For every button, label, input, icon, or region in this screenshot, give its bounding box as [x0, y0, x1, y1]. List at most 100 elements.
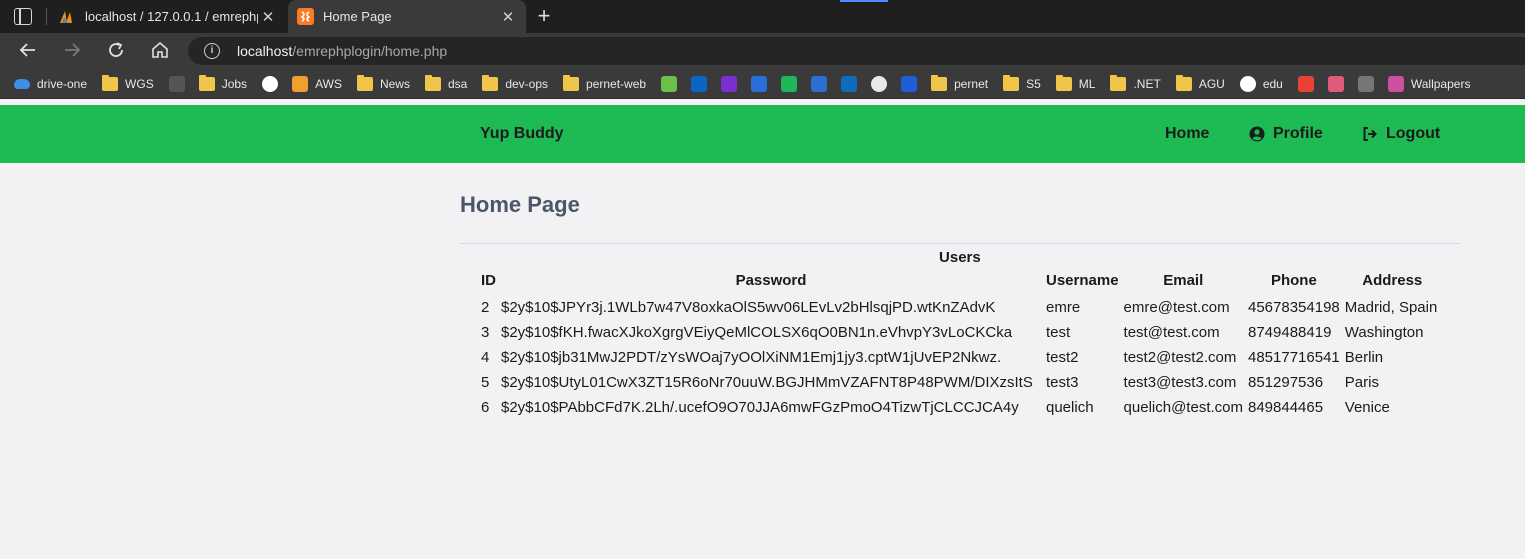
divider	[460, 243, 1460, 244]
nav-home-link[interactable]: Home	[1165, 125, 1209, 143]
cell-username: test2	[1046, 349, 1079, 366]
bookmark-item[interactable]	[841, 75, 858, 92]
cell-phone: 8749488419	[1248, 324, 1332, 341]
bookmark-item[interactable]: drive-one	[14, 77, 87, 91]
bookmarks-bar: drive-one WGS Jobs AWS News dsa dev-ops pernet-…	[0, 69, 1525, 99]
folder-icon	[198, 74, 215, 91]
bookmark-label: .NET	[1133, 76, 1161, 91]
cell-email: quelich@test.com	[1123, 399, 1243, 416]
cell-email: test2@test2.com	[1123, 349, 1237, 366]
bookmark-item[interactable]: AWS	[292, 75, 342, 92]
bookmark-item[interactable]: News	[356, 74, 410, 91]
leaf-icon	[661, 75, 678, 92]
folder-icon	[931, 74, 948, 91]
bookmark-item[interactable]	[751, 75, 768, 92]
linkedin-icon	[691, 75, 708, 92]
cell-password: $2y$10$fKH.fwacXJkoXgrgVEiyQeMlCOLSX6qO0…	[501, 324, 1013, 341]
bookmark-item[interactable]	[721, 75, 738, 92]
bookmark-item[interactable]: pernet	[931, 74, 988, 91]
brand-link[interactable]: Yup Buddy	[480, 125, 564, 143]
folder-icon	[1110, 74, 1127, 91]
wallpaper-icon	[1387, 75, 1404, 92]
cell-username: quelich	[1046, 399, 1094, 416]
folder-icon	[102, 74, 119, 91]
cell-email: emre@test.com	[1123, 299, 1230, 316]
bookmark-label: edu	[1262, 76, 1283, 91]
folder-icon	[563, 74, 580, 91]
home-icon	[152, 41, 168, 58]
url-path: /emrephplogin/home.php	[292, 43, 448, 59]
cell-id: 4	[481, 349, 490, 366]
bookmark-item[interactable]: S5	[1003, 74, 1041, 91]
url-text[interactable]: localhost/emrephplogin/home.php	[237, 43, 447, 59]
browser-tab-bar: localhost / 127.0.0.1 / emrephplogin ✕ H…	[0, 0, 1525, 33]
reload-button[interactable]	[105, 40, 127, 62]
cell-username: emre	[1046, 299, 1081, 316]
github-icon	[262, 75, 279, 92]
k-icon	[721, 75, 738, 92]
cell-password: $2y$10$PAbbCFd7K.2Lh/.ucefO9O70JJA6mwFGz…	[501, 399, 1019, 416]
tab-home-page[interactable]: Home Page ✕	[288, 0, 526, 33]
close-tab-icon[interactable]: ✕	[258, 8, 278, 26]
header-phone: Phone	[1270, 272, 1317, 289]
new-tab-button[interactable]: +	[534, 3, 554, 29]
stripes-icon	[1327, 75, 1344, 92]
bookmark-item[interactable]: edu	[1239, 75, 1283, 92]
bookmark-item[interactable]: Jobs	[198, 74, 247, 91]
sign-out-icon	[1363, 127, 1377, 141]
bookmark-item[interactable]	[1327, 75, 1344, 92]
phpmyadmin-icon	[60, 11, 72, 23]
arrow-left-icon	[19, 43, 35, 57]
bookmark-item[interactable]	[901, 75, 918, 92]
table-row: 2 $2y$10$JPYr3j.1WLb7w47V8oxkaOlS5wv06LEv…	[478, 295, 1442, 320]
site-info-icon[interactable]: i	[204, 43, 220, 59]
bookmark-item[interactable]	[811, 75, 828, 92]
tab-actions-icon[interactable]	[14, 8, 32, 25]
bookmark-item[interactable]: dsa	[424, 74, 468, 91]
bookmark-item[interactable]	[691, 75, 708, 92]
tab-title: Home Page	[323, 9, 392, 24]
c-icon	[901, 75, 918, 92]
cell-address: Venice	[1344, 399, 1390, 416]
tab-separator	[46, 8, 47, 25]
nav-profile-label: Profile	[1273, 125, 1323, 142]
cell-address: Paris	[1344, 374, 1379, 391]
bookmark-label: News	[379, 76, 410, 91]
bookmark-label: dsa	[447, 76, 468, 91]
bookmark-item[interactable]: ML	[1055, 74, 1095, 91]
bookmark-item[interactable]	[1357, 75, 1374, 92]
header-password: Password	[735, 272, 807, 289]
bookmark-item[interactable]: pernet-web	[563, 74, 647, 91]
nav-logout-label: Logout	[1386, 125, 1441, 142]
bookmark-item[interactable]: Wallpapers	[1387, 75, 1470, 92]
cell-address: Washington	[1344, 324, 1424, 341]
tab-phpmyadmin[interactable]: localhost / 127.0.0.1 / emrephplogin ✕	[50, 0, 286, 33]
folder-icon	[1003, 74, 1020, 91]
bookmark-item[interactable]: dev-ops	[482, 74, 548, 91]
users-table: Users ID Password Username Email Phone A…	[478, 249, 1442, 420]
close-tab-icon[interactable]: ✕	[498, 8, 518, 26]
bookmark-item[interactable]	[1297, 75, 1314, 92]
forward-button[interactable]	[61, 40, 83, 62]
bookmark-item[interactable]	[661, 75, 678, 92]
bookmark-item[interactable]	[871, 75, 888, 92]
cell-username: test	[1046, 324, 1071, 341]
folder-icon	[356, 74, 373, 91]
address-bar[interactable]: i localhost/emrephplogin/home.php	[188, 37, 1525, 65]
bookmark-label: pernet-web	[586, 76, 647, 91]
bookmark-item[interactable]	[168, 75, 185, 92]
back-button[interactable]	[17, 40, 39, 62]
nav-profile-link[interactable]: Profile	[1249, 125, 1323, 143]
home-button[interactable]	[149, 40, 171, 62]
r-icon	[1357, 75, 1374, 92]
bookmark-item[interactable]	[262, 75, 279, 92]
cloud-icon	[14, 78, 30, 89]
bookmark-item[interactable]: AGU	[1175, 74, 1225, 91]
bookmark-item[interactable]: WGS	[102, 74, 154, 91]
bookmark-item[interactable]: .NET	[1110, 74, 1161, 91]
table-header-row: ID Password Username Email Phone Address	[478, 272, 1442, 295]
bookmark-item[interactable]	[781, 75, 798, 92]
nav-logout-link[interactable]: Logout	[1362, 125, 1440, 143]
bookmark-label: WGS	[125, 76, 154, 91]
phone-icon	[781, 75, 798, 92]
